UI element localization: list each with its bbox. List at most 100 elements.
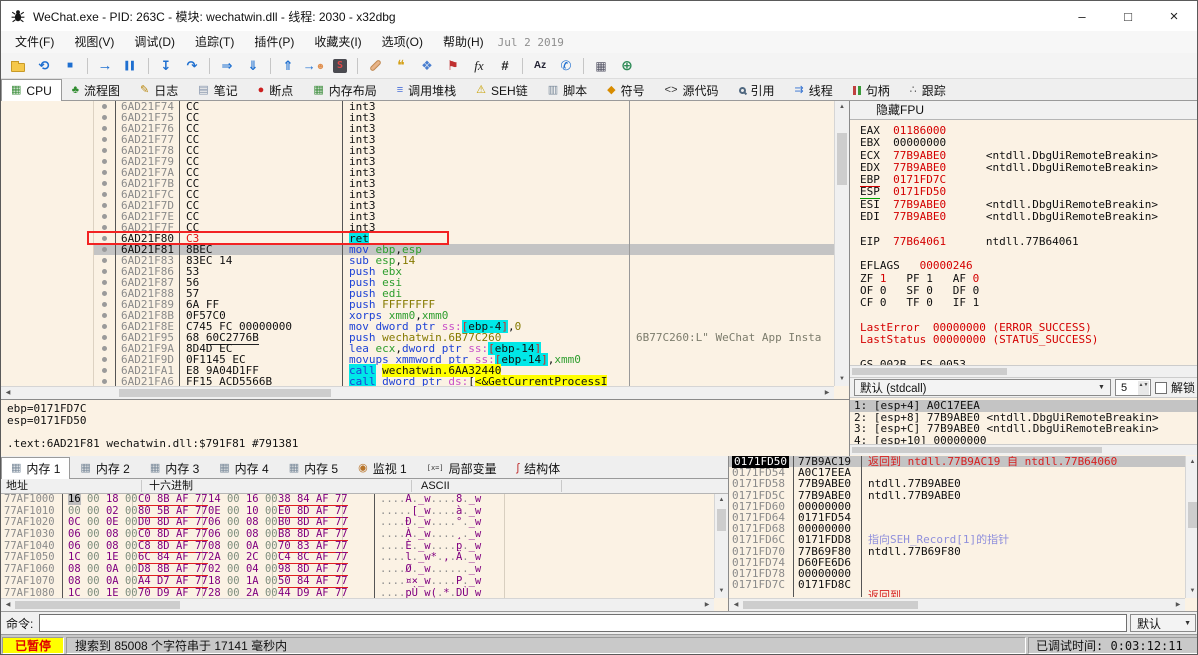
arguments-horizontal-scrollbar[interactable] — [850, 444, 1198, 455]
hex-row[interactable]: 77AF10801C 00 1E 0070 D9 AF 7728 00 2A 0… — [1, 588, 714, 599]
scrollbar-thumb[interactable] — [743, 601, 918, 609]
scrollbar-thumb[interactable] — [852, 368, 1007, 375]
strings-icon[interactable]: Az — [528, 55, 552, 77]
tab-breakpoints[interactable]: ●断点 — [248, 79, 304, 100]
execute-till-return-icon[interactable]: ⇓ — [241, 55, 265, 77]
breakpoint-dot[interactable] — [102, 368, 107, 373]
disasm-row[interactable]: 6AD21FA6FF15 ACD5566Bcall dword ptr ds:[… — [1, 376, 834, 386]
menu-item[interactable]: 收藏夹(I) — [304, 31, 371, 53]
breakpoint-dot[interactable] — [102, 181, 107, 186]
disasm-horizontal-scrollbar[interactable] — [1, 386, 834, 399]
tab-source[interactable]: <>源代码 — [655, 79, 729, 100]
globe-icon[interactable]: ⊕ — [615, 55, 639, 77]
calculator-icon[interactable]: ▦ — [589, 55, 613, 77]
breakpoint-dot[interactable] — [102, 115, 107, 120]
breakpoint-dot[interactable] — [102, 357, 107, 362]
registers-horizontal-scrollbar[interactable] — [850, 365, 1198, 377]
menu-item[interactable]: 选项(O) — [372, 31, 433, 53]
tab-locals[interactable]: [x=]局部变量 — [417, 457, 507, 478]
tab-graph[interactable]: ♣流程图 — [62, 79, 130, 100]
command-mode-select[interactable]: 默认 — [1130, 614, 1196, 632]
argument-row[interactable]: 1: [esp+4] A0C17EEA — [850, 400, 1198, 412]
scrollbar-thumb[interactable] — [717, 509, 726, 531]
tab-call-stack[interactable]: ≡调用堆栈 — [387, 79, 466, 100]
tab-seh-chain[interactable]: ⚠SEH链 — [466, 79, 538, 100]
breakpoint-dot[interactable] — [102, 302, 107, 307]
breakpoint-dot[interactable] — [102, 203, 107, 208]
menu-item[interactable]: 视图(V) — [64, 31, 124, 53]
scroll-left-icon[interactable] — [3, 387, 13, 399]
scrollbar-thumb[interactable] — [15, 601, 180, 609]
menu-item[interactable]: 帮助(H) — [433, 31, 494, 53]
argument-row[interactable]: 3: [esp+C] 77B9ABE0 <ntdll.DbgUiRemoteBr… — [850, 423, 1198, 435]
hex-horizontal-scrollbar[interactable] — [1, 598, 714, 611]
command-input[interactable] — [39, 614, 1127, 632]
switch-thread-s-icon[interactable]: S — [328, 55, 352, 77]
argument-count-spinner[interactable]: 5 — [1115, 379, 1151, 396]
tab-symbols[interactable]: ◆符号 — [597, 79, 654, 100]
stack-row[interactable]: 0171FD6C0171FDD8指向SEH_Record[1]的指针 — [729, 534, 1185, 545]
breakpoint-dot[interactable] — [102, 214, 107, 219]
hide-fpu-button[interactable]: 隐藏FPU — [850, 101, 1198, 120]
disasm-vertical-scrollbar[interactable] — [834, 101, 849, 386]
unlock-checkbox[interactable] — [1155, 382, 1167, 394]
breakpoint-dot[interactable] — [102, 159, 107, 164]
tab-references[interactable]: 引用 — [729, 79, 785, 100]
tab-threads[interactable]: ⇉线程 — [785, 79, 843, 100]
scroll-down-icon[interactable] — [835, 373, 849, 386]
breakpoint-dot[interactable] — [102, 148, 107, 153]
scroll-right-icon[interactable] — [822, 387, 832, 399]
tab-cpu[interactable]: ▦CPU — [1, 79, 62, 101]
breakpoint-dot[interactable] — [102, 137, 107, 142]
run-to-user-code-icon[interactable]: →☻ — [302, 55, 326, 77]
tab-script[interactable]: ▥脚本 — [538, 79, 597, 100]
menu-item[interactable]: 插件(P) — [244, 31, 304, 53]
label-icon[interactable]: ❖ — [415, 55, 439, 77]
scrollbar-thumb[interactable] — [1188, 502, 1197, 528]
tab-notes[interactable]: ▤笔记 — [188, 79, 247, 100]
hex-vertical-scrollbar[interactable] — [714, 494, 728, 598]
menu-item[interactable]: 调试(D) — [124, 31, 185, 53]
stop-icon[interactable]: ■ — [58, 55, 82, 77]
restart-icon[interactable]: ⟲ — [32, 55, 56, 77]
tab-struct[interactable]: ʃ结构体 — [507, 457, 570, 478]
step-over-icon[interactable]: ↷ — [180, 55, 204, 77]
stack-horizontal-scrollbar[interactable] — [729, 598, 1185, 611]
breakpoint-dot[interactable] — [102, 236, 107, 241]
breakpoint-dot[interactable] — [102, 335, 107, 340]
run-icon[interactable]: → — [93, 55, 117, 77]
breakpoint-dot[interactable] — [102, 291, 107, 296]
breakpoint-dot[interactable] — [102, 225, 107, 230]
tab-dump-5[interactable]: ▦内存 5 — [279, 457, 348, 478]
menu-item[interactable]: 追踪(T) — [185, 31, 244, 53]
patch-icon[interactable] — [363, 55, 387, 77]
breakpoint-dot[interactable] — [102, 379, 107, 384]
attach-icon[interactable]: ✆ — [554, 55, 578, 77]
maximize-button[interactable]: □ — [1105, 1, 1151, 31]
scroll-up-icon[interactable] — [715, 494, 728, 507]
scroll-up-icon[interactable] — [835, 101, 849, 114]
breakpoint-dot[interactable] — [102, 280, 107, 285]
stack-row[interactable]: 0171FD7077B69F80ntdll.77B69F80 — [729, 546, 1185, 557]
scroll-right-icon[interactable] — [1173, 599, 1183, 611]
breakpoint-dot[interactable] — [102, 126, 107, 131]
tab-dump-1[interactable]: ▦内存 1 — [1, 457, 70, 479]
stack-row[interactable]: 0171FD7C0171FD8C — [729, 579, 1185, 590]
tab-dump-3[interactable]: ▦内存 3 — [140, 457, 209, 478]
scroll-left-icon[interactable] — [731, 599, 741, 611]
breakpoint-dot[interactable] — [102, 247, 107, 252]
comment-icon[interactable]: ❝ — [389, 55, 413, 77]
tab-handles[interactable]: 句柄 — [843, 79, 900, 100]
tab-dump-2[interactable]: ▦内存 2 — [70, 457, 139, 478]
minimize-button[interactable]: – — [1059, 1, 1105, 31]
breakpoint-dot[interactable] — [102, 313, 107, 318]
tab-dump-4[interactable]: ▦内存 4 — [209, 457, 278, 478]
bookmark-icon[interactable]: ⚑ — [441, 55, 465, 77]
breakpoint-dot[interactable] — [102, 269, 107, 274]
function-icon[interactable]: fx — [467, 55, 491, 77]
tab-memory-map[interactable]: ▦内存布局 — [303, 79, 386, 100]
stack-vertical-scrollbar[interactable] — [1185, 456, 1198, 598]
hash-icon[interactable]: # — [493, 55, 517, 77]
scroll-left-icon[interactable] — [3, 599, 13, 611]
breakpoint-dot[interactable] — [102, 192, 107, 197]
